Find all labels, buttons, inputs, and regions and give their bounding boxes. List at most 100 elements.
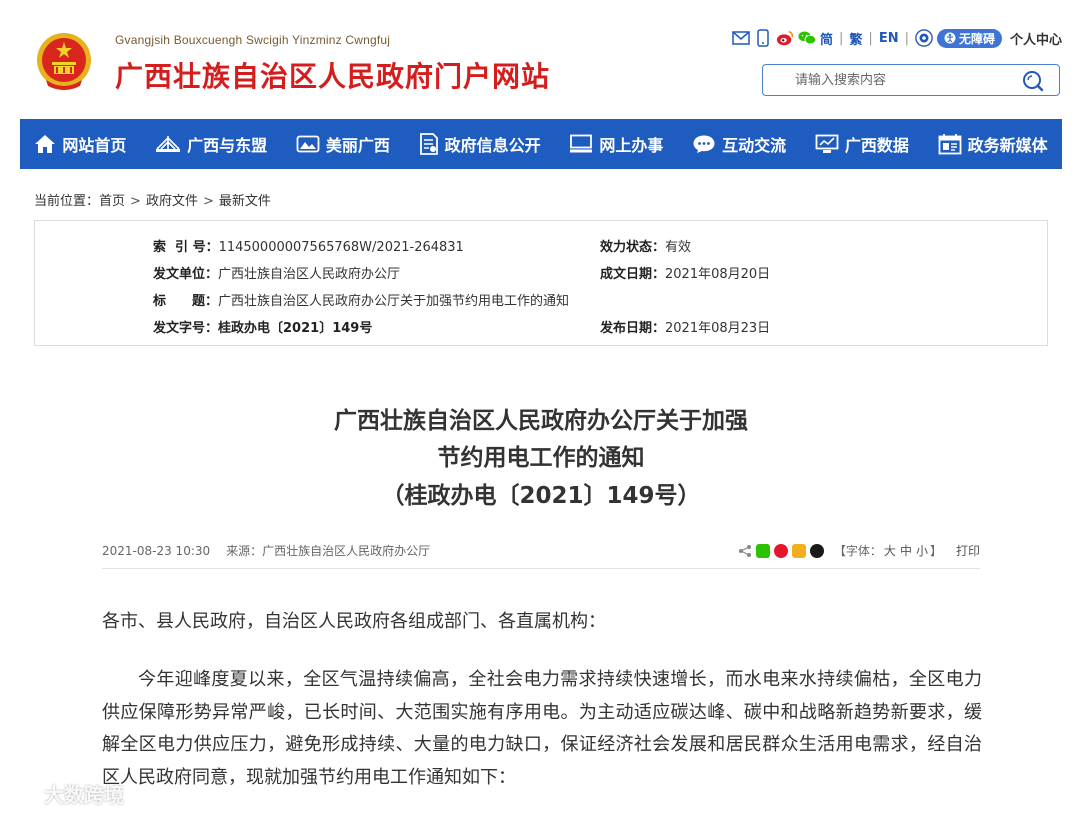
nav-item-beautiful-guangxi[interactable]: 美丽广西 (296, 132, 390, 156)
meta-doc-no-value: 桂政办电〔2021〕149号 (218, 321, 373, 336)
meta-date-made: 成文日期：2021年08月20日 (600, 263, 770, 282)
document-metadata: 索 引 号：11450000007565768W/2021-264831 效力状… (34, 220, 1048, 346)
meta-doc-no: 发文字号：桂政办电〔2021〕149号 (153, 317, 372, 336)
nav-item-label: 网站首页 (62, 136, 127, 155)
wechat-icon[interactable] (798, 29, 816, 47)
main-nav: 网站首页 广西与东盟 美丽广西 政府信息公开 网上办事 互动交流 广西数据 政务… (20, 119, 1062, 169)
nav-item-label: 政务新媒体 (967, 136, 1048, 155)
breadcrumb: 当前位置：首页 > 政府文件 > 最新文件 (34, 190, 271, 209)
breadcrumb-separator: > (130, 194, 141, 209)
watermark: 大数跨境 (12, 779, 124, 808)
separator: | (839, 30, 844, 46)
nav-item-gov-info[interactable]: 政府信息公开 (419, 132, 541, 156)
accessibility-label: 无障碍 (958, 31, 995, 46)
site-name-chinese[interactable]: 广西壮族自治区人民政府门户网站 (115, 55, 550, 95)
nav-item-label: 广西数据 (844, 136, 909, 155)
document-icon (419, 133, 438, 155)
site-name-english: Gvangjsih Bouxcuengh Swcigih Yinzminz Cw… (115, 33, 391, 47)
breadcrumb-gov-docs[interactable]: 政府文件 (146, 194, 198, 209)
nav-item-interaction[interactable]: 互动交流 (692, 132, 786, 156)
mail-icon[interactable] (732, 29, 750, 47)
screen-chart-icon (815, 134, 839, 153)
breadcrumb-home[interactable]: 首页 (99, 194, 125, 209)
mobile-icon[interactable] (754, 29, 772, 47)
meta-pub-date: 发布日期：2021年08月23日 (600, 317, 770, 336)
meta-pub-date-label: 发布日期： (600, 321, 666, 336)
breadcrumb-latest-docs[interactable]: 最新文件 (219, 194, 271, 209)
accessibility-button[interactable]: 无障碍 (936, 28, 1002, 48)
meta-status-value: 有效 (665, 240, 692, 255)
nav-item-label: 政府信息公开 (444, 136, 541, 155)
separator: | (904, 30, 909, 46)
nav-item-label: 互动交流 (722, 136, 787, 155)
nav-item-asean[interactable]: 广西与东盟 (155, 132, 267, 156)
wechat-share-icon[interactable] (755, 543, 770, 558)
site-header: Gvangjsih Bouxcuengh Swcigih Yinzminz Cw… (0, 0, 1080, 118)
top-toolbar: 简 | 繁 | EN | 无障碍 个人中心 (732, 26, 1062, 50)
lang-simplified-link[interactable]: 简 (820, 29, 833, 48)
article-title-line-2: 节约用电工作的通知 (437, 445, 645, 471)
meta-date-made-label: 成文日期： (600, 267, 666, 282)
bridge-icon (156, 136, 181, 152)
breadcrumb-separator: > (202, 194, 214, 209)
accessibility-icon (944, 32, 956, 44)
article-paragraph: 今年迎峰度夏以来，全区气温持续偏高，全社会电力需求持续快速增长，而水电来水持续偏… (102, 669, 982, 788)
search-box (762, 64, 1060, 96)
font-small-button[interactable]: 小 (916, 544, 928, 558)
meta-date-made-value: 2021年08月20日 (665, 267, 771, 282)
font-medium-button[interactable]: 中 (900, 544, 912, 558)
font-size-label-open: 【字体： (833, 544, 882, 558)
meta-issuer-label: 发文单位： (153, 267, 219, 282)
chat-bubble-icon (693, 135, 715, 153)
home-icon (35, 135, 56, 153)
search-icon[interactable] (1021, 69, 1045, 93)
monitor-keyboard-icon (570, 134, 593, 153)
qq-share-icon[interactable] (809, 543, 824, 558)
meta-title: 标 题：广西壮族自治区人民政府办公厅关于加强节约用电工作的通知 (153, 290, 569, 309)
font-size-label-close: 】 (929, 544, 942, 558)
nav-item-guangxi-data[interactable]: 广西数据 (815, 132, 909, 156)
article-datetime: 2021-08-23 10:30 (102, 544, 211, 558)
search-input[interactable] (793, 71, 1037, 89)
font-size-control: 【字体：大中小】 (834, 542, 942, 559)
weibo-share-icon[interactable] (773, 543, 788, 558)
nav-item-label: 美丽广西 (325, 136, 390, 155)
share-icon[interactable] (738, 544, 752, 558)
qzone-share-icon[interactable] (791, 543, 806, 558)
meta-index-label: 索 引 号： (153, 240, 219, 255)
meta-status: 效力状态：有效 (600, 236, 691, 255)
print-button[interactable]: 打印 (956, 542, 980, 559)
user-center-link[interactable]: 个人中心 (1010, 29, 1062, 48)
article-title-line-1: 广西壮族自治区人民政府办公厅关于加强 (334, 408, 748, 434)
meta-title-label: 标 题： (153, 294, 219, 309)
meta-pub-date-value: 2021年08月23日 (665, 321, 771, 336)
article-info-bar: 2021-08-23 10:30 来源：广西壮族自治区人民政府办公厅 【字体：大中… (102, 542, 980, 569)
calendar-media-icon (938, 134, 962, 155)
article-source: 来源：广西壮族自治区人民政府办公厅 (226, 544, 431, 558)
meta-index-value: 11450000007565768W/2021-264831 (218, 240, 464, 255)
lang-english-link[interactable]: EN (879, 31, 899, 46)
font-large-button[interactable]: 大 (884, 544, 896, 558)
meta-issuer: 发文单位：广西壮族自治区人民政府办公厅 (153, 263, 400, 282)
meta-title-value: 广西壮族自治区人民政府办公厅关于加强节约用电工作的通知 (218, 294, 570, 309)
breadcrumb-prefix: 当前位置： (34, 194, 100, 209)
landscape-icon (296, 135, 320, 153)
nav-item-label: 网上办事 (599, 136, 664, 155)
meta-index: 索 引 号：11450000007565768W/2021-264831 (153, 236, 464, 255)
article-title-line-3: （桂政办电〔2021〕149号） (381, 483, 701, 509)
meta-issuer-value: 广西壮族自治区人民政府办公厅 (218, 267, 401, 282)
nav-item-home[interactable]: 网站首页 (34, 132, 126, 156)
meta-status-label: 效力状态： (600, 240, 666, 255)
lang-traditional-link[interactable]: 繁 (849, 29, 862, 48)
nav-item-online-service[interactable]: 网上办事 (569, 132, 663, 156)
nav-item-new-media[interactable]: 政务新媒体 (938, 132, 1048, 156)
elderly-mode-icon[interactable] (915, 29, 933, 47)
watermark-text: 大数跨境 (44, 783, 124, 807)
article-salutation: 各市、县人民政府，自治区人民政府各组成部门、各直属机构： (102, 611, 606, 632)
national-emblem-icon (37, 33, 91, 90)
weibo-icon[interactable] (776, 29, 794, 47)
article-tools: 【字体：大中小】 打印 (738, 542, 980, 559)
nav-item-label: 广西与东盟 (187, 136, 268, 155)
separator: | (868, 30, 873, 46)
meta-doc-no-label: 发文字号： (153, 321, 219, 336)
